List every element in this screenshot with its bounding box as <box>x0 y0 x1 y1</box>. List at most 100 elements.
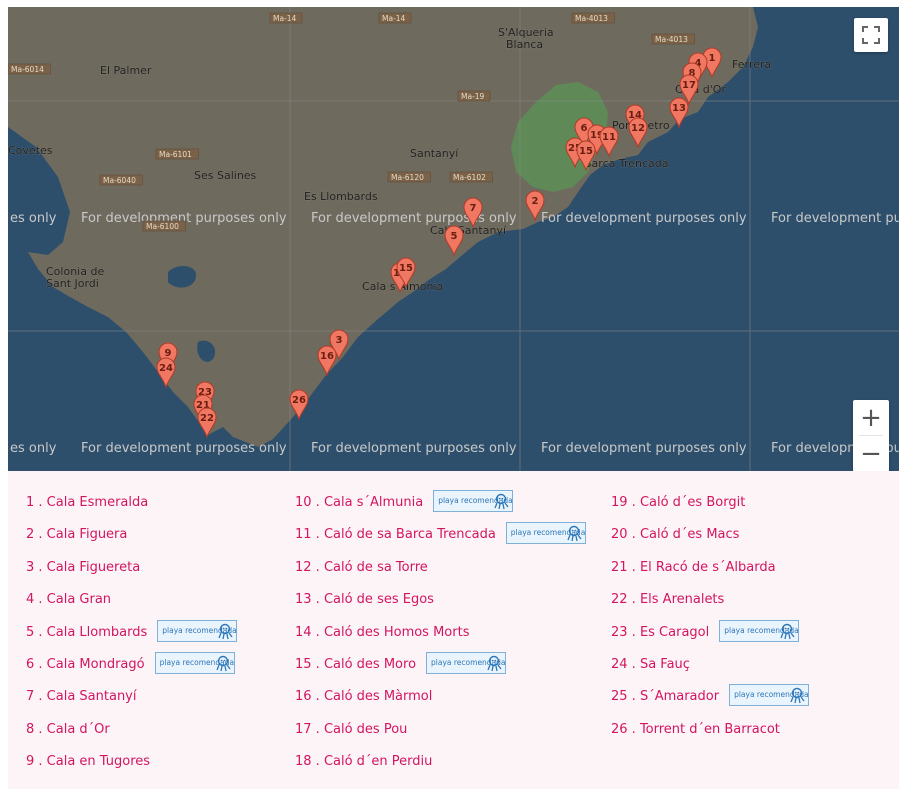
fullscreen-button[interactable] <box>854 18 888 52</box>
beach-list-item: 22 . Els Arenalets <box>611 586 809 618</box>
beach-list-item: 19 . Caló d´es Borgit <box>611 489 809 521</box>
badge-text: playa recomendada <box>734 690 809 700</box>
recommended-beach-badge: playa recomendada <box>426 651 507 674</box>
badge-text: playa recomendada <box>431 657 506 667</box>
place-label: Blanca <box>506 38 543 51</box>
beach-list-item: 4 . Cala Gran <box>26 586 237 618</box>
road-label: Ma-4013 <box>651 33 695 45</box>
beach-list-item: 11 . Caló de sa Barca Trencada playa reco… <box>295 521 586 553</box>
svg-text:15: 15 <box>399 263 413 274</box>
place-label: Ses Salines <box>194 169 257 182</box>
beach-link[interactable]: 13 . Caló de ses Egos <box>295 586 434 607</box>
watermark-text: For development purposes only <box>81 441 287 456</box>
beach-link[interactable]: 7 . Cala Santanyí <box>26 683 137 704</box>
svg-text:9: 9 <box>165 348 172 359</box>
beach-link[interactable]: 2 . Cala Figuera <box>26 521 127 542</box>
fullscreen-icon <box>862 26 880 44</box>
beach-link[interactable]: 14 . Caló des Homos Morts <box>295 619 469 640</box>
recommended-beach-badge: playa recomendada <box>433 490 514 512</box>
beach-list-item: 23 . Es Caragol playa recomendada <box>611 619 809 651</box>
road-label: Ma-19 <box>457 90 491 102</box>
road-label: Ma-6014 <box>8 63 51 75</box>
beach-list-item: 21 . El Racó de s´Albarda <box>611 554 809 586</box>
beach-link[interactable]: 18 . Caló d´en Perdiu <box>295 748 432 769</box>
beach-link[interactable]: 3 . Cala Figuereta <box>26 554 140 575</box>
beach-link[interactable]: 21 . El Racó de s´Albarda <box>611 554 776 575</box>
place-label: Es Llombards <box>304 190 378 203</box>
beach-link[interactable]: 4 . Cala Gran <box>26 586 111 607</box>
beach-link[interactable]: 17 . Caló des Pou <box>295 716 407 737</box>
svg-text:Ma-19: Ma-19 <box>461 92 485 101</box>
octopus-icon <box>487 655 502 672</box>
svg-text:1: 1 <box>709 53 716 64</box>
beach-link[interactable]: 5 . Cala Llombards <box>26 619 147 640</box>
place-label: Cala Santanyí <box>430 224 507 237</box>
beach-list-item: 25 . S´Amarador playa recomendada <box>611 683 810 715</box>
zoom-in-button[interactable]: + <box>853 400 889 435</box>
svg-text:Ma-4013: Ma-4013 <box>575 14 608 23</box>
octopus-icon <box>790 688 805 704</box>
badge-text: playa recomendada <box>159 657 235 667</box>
beach-list-item: 6 . Cala Mondragó playa recomendada <box>26 651 237 683</box>
svg-text:Ma-4013: Ma-4013 <box>655 35 688 44</box>
beach-link[interactable]: 12 . Caló de sa Torre <box>295 554 428 575</box>
beach-list-item: 7 . Cala Santanyí <box>26 683 237 715</box>
watermark-text: For development purposes only <box>541 211 747 226</box>
svg-text:Ma-14: Ma-14 <box>273 14 297 23</box>
recommended-beach-badge: playa recomendada <box>157 619 238 642</box>
octopus-icon <box>216 655 231 672</box>
beach-link[interactable]: 24 . Sa Fauç <box>611 651 690 672</box>
svg-text:26: 26 <box>292 395 306 406</box>
svg-text:13: 13 <box>672 103 686 114</box>
svg-text:Ma-14: Ma-14 <box>382 14 406 23</box>
place-label: El Palmer <box>100 64 152 77</box>
beach-list-item: 12 . Caló de sa Torre <box>295 554 586 586</box>
map-canvas[interactable]: es only For development purposes only For … <box>8 7 899 471</box>
recommended-beach-badge: playa recomendada <box>505 522 586 545</box>
road-label: Ma-6120 <box>387 171 431 183</box>
svg-text:Ma-6102: Ma-6102 <box>453 173 486 182</box>
recommended-beach-badge: playa recomendada <box>719 619 800 642</box>
beach-link[interactable]: 20 . Caló d´es Macs <box>611 521 739 542</box>
beach-link[interactable]: 19 . Caló d´es Borgit <box>611 489 745 510</box>
road-label: Ma-14 <box>378 12 412 24</box>
beach-list-item: 17 . Caló des Pou <box>295 716 586 748</box>
beach-list-item: 8 . Cala d´Or <box>26 716 237 748</box>
svg-text:Ma-6100: Ma-6100 <box>146 222 179 231</box>
place-label: Covetes <box>8 144 53 157</box>
beach-link[interactable]: 6 . Cala Mondragó <box>26 651 145 672</box>
beach-link[interactable]: 1 . Cala Esmeralda <box>26 489 148 510</box>
beach-link[interactable]: 8 . Cala d´Or <box>26 716 110 737</box>
beach-link[interactable]: 11 . Caló de sa Barca Trencada <box>295 521 496 542</box>
svg-text:7: 7 <box>470 203 477 214</box>
beach-link[interactable]: 9 . Cala en Tugores <box>26 748 150 769</box>
svg-text:24: 24 <box>159 363 173 374</box>
svg-text:22: 22 <box>200 413 214 424</box>
beach-link[interactable]: 26 . Torrent d´en Barracot <box>611 716 780 737</box>
octopus-icon <box>494 493 509 510</box>
beach-list-item: 3 . Cala Figuereta <box>26 554 237 586</box>
beach-list-item: 2 . Cala Figuera <box>26 521 237 553</box>
badge-text: playa recomendada <box>438 496 513 505</box>
octopus-icon <box>780 623 795 639</box>
beach-list-item: 20 . Caló d´es Macs <box>611 521 809 553</box>
beach-link[interactable]: 15 . Caló des Moro <box>295 651 416 672</box>
zoom-out-button[interactable]: − <box>853 436 889 471</box>
road-label: Ma-6100 <box>142 220 186 232</box>
beach-link[interactable]: 25 . S´Amarador <box>611 683 719 704</box>
place-label: Barca Trencada <box>584 157 669 170</box>
road-label: Ma-6101 <box>155 148 199 160</box>
octopus-icon <box>567 526 582 542</box>
beach-link[interactable]: 22 . Els Arenalets <box>611 586 724 607</box>
map-view[interactable]: es only For development purposes only For … <box>8 7 899 471</box>
beach-list-item: 24 . Sa Fauç <box>611 651 809 683</box>
zoom-control: + − <box>853 400 889 471</box>
beach-link[interactable]: 16 . Caló des Màrmol <box>295 683 432 704</box>
beach-list-column-1: 1 . Cala Esmeralda 2 . Cala Figuera 3 . Ca… <box>26 489 238 781</box>
svg-text:15: 15 <box>579 146 593 157</box>
beach-link[interactable]: 23 . Es Caragol <box>611 619 709 640</box>
watermark-text: es only <box>10 441 57 456</box>
beach-link[interactable]: 10 . Cala s´Almunia <box>295 489 423 510</box>
beach-list-item: 10 . Cala s´Almunia playa recomendada <box>295 489 586 521</box>
svg-text:12: 12 <box>631 123 645 134</box>
